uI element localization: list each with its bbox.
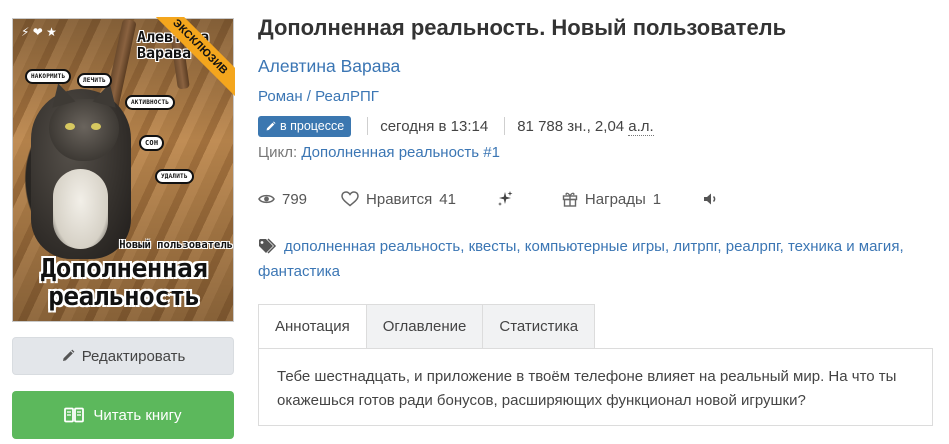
exclusive-ribbon: ЭКСКЛЮЗИВ xyxy=(151,17,235,101)
tag-link[interactable]: реалрпг xyxy=(726,238,780,255)
genre-link[interactable]: РеалРПГ xyxy=(315,88,379,105)
cover-top-icons: ⚡ ❤ ★ xyxy=(21,25,57,39)
tag-separator: , xyxy=(516,238,525,255)
book-volume: 81 788 зн., 2,04 а.л. xyxy=(517,117,654,136)
audio-button[interactable] xyxy=(703,192,719,206)
annotation-panel: Тебе шестнадцать, и приложение в твоём т… xyxy=(258,348,933,426)
edit-button[interactable]: Редактировать xyxy=(12,337,234,375)
views-count: 799 xyxy=(282,190,308,208)
tab-statistics[interactable]: Статистика xyxy=(483,304,596,349)
cover-title-text: Дополненная реальность xyxy=(40,254,208,312)
genre-list: Роман / РеалРПГ xyxy=(258,88,379,105)
tag-separator: , xyxy=(460,238,469,255)
tag-link[interactable]: литрпг xyxy=(673,238,717,255)
status-badge: в процессе xyxy=(258,115,352,137)
divider xyxy=(504,117,506,135)
pencil-icon xyxy=(62,349,75,361)
cycle-label: Цикл: xyxy=(258,144,298,161)
heart-icon xyxy=(341,191,359,207)
tag-separator: , xyxy=(717,238,726,255)
volume-al-abbr[interactable]: а.л. xyxy=(628,117,654,136)
likes-label: Нравится xyxy=(366,190,433,208)
eye-icon xyxy=(258,194,275,204)
book-cover-container[interactable]: ⚡ ❤ ★ Алевтина Варава НАКОРМИТЬ ЛЕЧИТЬ А… xyxy=(12,17,235,322)
book-title: Дополненная реальность. Новый пользовате… xyxy=(258,15,787,40)
tab-contents[interactable]: Оглавление xyxy=(366,304,484,349)
edit-button-label: Редактировать xyxy=(81,347,186,365)
awards-button[interactable]: Награды 1 xyxy=(562,191,661,208)
cover-cat-eye xyxy=(65,123,75,130)
tag-separator: , xyxy=(899,238,904,255)
cover-cat-chest xyxy=(53,169,108,249)
genre-link[interactable]: Роман xyxy=(258,88,303,105)
like-button[interactable]: Нравится 41 xyxy=(341,191,456,208)
cover-subtitle-text: Новый пользователь xyxy=(119,239,233,251)
read-book-label: Читать книгу xyxy=(93,406,182,424)
read-book-button[interactable]: Читать книгу xyxy=(12,391,234,439)
status-label: в процессе xyxy=(280,119,345,133)
cover-bubble: СОН xyxy=(139,135,165,151)
book-meta-row: в процессе сегодня в 13:14 81 788 зн., 2… xyxy=(258,115,654,137)
cover-cat-eye xyxy=(91,123,101,130)
tab-annotation[interactable]: Аннотация xyxy=(258,304,367,349)
exclusive-label: ЭКСКЛЮЗИВ xyxy=(151,17,235,101)
cycle-info: Цикл: Дополненная реальность #1 xyxy=(258,144,500,161)
tag-list: дополненная реальность, квесты, компьюте… xyxy=(258,234,918,284)
cover-bubble: УДАЛИТЬ xyxy=(155,169,194,184)
sparkles-button[interactable] xyxy=(496,190,514,208)
tag-link[interactable]: компьютерные игры xyxy=(525,238,665,255)
tag-icon xyxy=(259,238,277,254)
tag-separator: , xyxy=(779,238,788,255)
stats-row: 799 Нравится 41 Награды 1 xyxy=(258,188,719,210)
book-open-icon xyxy=(64,407,85,423)
genre-separator: / xyxy=(302,88,316,105)
tag-link[interactable]: техника и магия xyxy=(788,238,899,255)
views-stat: 799 xyxy=(258,191,307,208)
pencil-icon xyxy=(266,120,276,130)
awards-label: Награды xyxy=(584,190,646,208)
annotation-text: Тебе шестнадцать, и приложение в твоём т… xyxy=(277,368,897,409)
author-link[interactable]: Алевтина Варава xyxy=(258,56,400,77)
info-tabs: Аннотация Оглавление Статистика xyxy=(258,304,596,349)
gift-icon xyxy=(562,192,578,207)
likes-count: 41 xyxy=(439,190,456,208)
tag-link[interactable]: дополненная реальность xyxy=(284,238,460,255)
volume-chars: 81 788 зн., 2,04 xyxy=(517,117,625,135)
cover-cat-head xyxy=(49,99,119,161)
cover-bubble: ЛЕЧИТЬ xyxy=(77,73,112,88)
cycle-link[interactable]: Дополненная реальность #1 xyxy=(301,144,500,161)
awards-count: 1 xyxy=(652,190,662,208)
updated-time: сегодня в 13:14 xyxy=(380,117,489,135)
sparkles-icon xyxy=(497,191,513,206)
divider xyxy=(367,117,369,135)
tag-link[interactable]: квесты xyxy=(469,238,517,255)
speaker-icon xyxy=(704,193,716,205)
tag-link[interactable]: фантастика xyxy=(258,263,340,280)
cover-bubble: НАКОРМИТЬ xyxy=(25,69,72,84)
